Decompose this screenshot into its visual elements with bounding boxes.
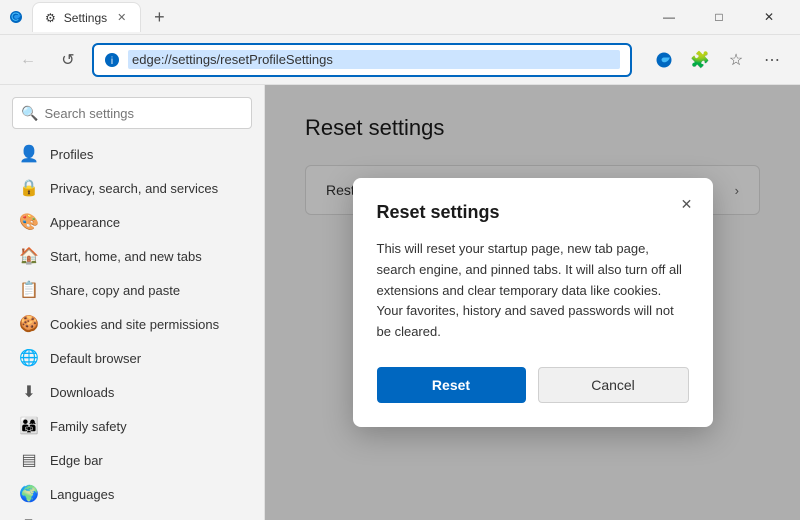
dialog-close-button[interactable]: ✕ <box>673 190 701 218</box>
new-tab-button[interactable]: + <box>145 3 173 31</box>
sidebar-item-label-edgebar: Edge bar <box>50 453 103 468</box>
reset-button[interactable]: Reset <box>377 367 526 403</box>
url-text[interactable]: edge://settings/resetProfileSettings <box>128 50 620 69</box>
browser-icon <box>8 9 24 25</box>
sidebar-item-downloads[interactable]: ⬇ Downloads <box>4 375 260 409</box>
tab-bar: ⚙ Settings ✕ + <box>32 2 638 32</box>
dialog-title: Reset settings <box>377 202 689 223</box>
edge-logo-icon <box>654 50 674 70</box>
appearance-icon: 🎨 <box>20 213 38 231</box>
sidebar-item-privacy[interactable]: 🔒 Privacy, search, and services <box>4 171 260 205</box>
edge-logo-button[interactable] <box>648 44 680 76</box>
default-icon: 🌐 <box>20 349 38 367</box>
family-icon: 👨‍👩‍👧 <box>20 417 38 435</box>
sidebar-item-family[interactable]: 👨‍👩‍👧 Family safety <box>4 409 260 443</box>
start-icon: 🏠 <box>20 247 38 265</box>
cancel-button[interactable]: Cancel <box>538 367 689 403</box>
more-button[interactable]: ⋯ <box>756 44 788 76</box>
favorites-button[interactable]: ☆ <box>720 44 752 76</box>
sidebar-item-label-default: Default browser <box>50 351 141 366</box>
svg-text:i: i <box>111 56 113 67</box>
sidebar-item-label-languages: Languages <box>50 487 114 502</box>
back-button[interactable]: ← <box>12 44 44 76</box>
content-area: Reset settings Restore settings to their… <box>265 85 800 520</box>
privacy-icon: 🔒 <box>20 179 38 197</box>
titlebar: ⚙ Settings ✕ + — □ ✕ <box>0 0 800 35</box>
sidebar-item-label-start: Start, home, and new tabs <box>50 249 202 264</box>
edgebar-icon: ▤ <box>20 451 38 469</box>
refresh-button[interactable]: ↺ <box>52 44 84 76</box>
sidebar-item-label-privacy: Privacy, search, and services <box>50 181 218 196</box>
sidebar-item-label-appearance: Appearance <box>50 215 120 230</box>
languages-icon: 🌍 <box>20 485 38 503</box>
addressbar: ← ↺ i edge://settings/resetProfileSettin… <box>0 35 800 85</box>
sidebar-item-profiles[interactable]: 👤 Profiles <box>4 137 260 171</box>
sidebar-item-appearance[interactable]: 🎨 Appearance <box>4 205 260 239</box>
window-controls: — □ ✕ <box>646 2 792 32</box>
toolbar-icons: 🧩 ☆ ⋯ <box>648 44 788 76</box>
dialog-body: This will reset your startup page, new t… <box>377 239 689 343</box>
sidebar-item-cookies[interactable]: 🍪 Cookies and site permissions <box>4 307 260 341</box>
modal-overlay: ✕ Reset settings This will reset your st… <box>265 85 800 520</box>
sidebar: 🔍 👤 Profiles 🔒 Privacy, search, and service… <box>0 85 265 520</box>
nav-items: 👤 Profiles 🔒 Privacy, search, and services 🎨… <box>0 137 264 520</box>
sidebar-item-default[interactable]: 🌐 Default browser <box>4 341 260 375</box>
sidebar-item-share[interactable]: 📋 Share, copy and paste <box>4 273 260 307</box>
sidebar-item-label-cookies: Cookies and site permissions <box>50 317 219 332</box>
sidebar-item-label-share: Share, copy and paste <box>50 283 180 298</box>
search-input[interactable] <box>44 106 243 121</box>
reset-dialog: ✕ Reset settings This will reset your st… <box>353 178 713 427</box>
sidebar-item-label-downloads: Downloads <box>50 385 114 400</box>
share-icon: 📋 <box>20 281 38 299</box>
extensions-button[interactable]: 🧩 <box>684 44 716 76</box>
tab-close-button[interactable]: ✕ <box>115 9 128 26</box>
search-box[interactable]: 🔍 <box>12 97 252 129</box>
search-icon: 🔍 <box>21 105 38 122</box>
sidebar-item-edgebar[interactable]: ▤ Edge bar <box>4 443 260 477</box>
cookies-icon: 🍪 <box>20 315 38 333</box>
main: 🔍 👤 Profiles 🔒 Privacy, search, and service… <box>0 85 800 520</box>
tab-icon: ⚙ <box>45 11 56 25</box>
sidebar-item-label-family: Family safety <box>50 419 127 434</box>
profiles-icon: 👤 <box>20 145 38 163</box>
downloads-icon: ⬇ <box>20 383 38 401</box>
security-icon: i <box>104 52 120 68</box>
sidebar-item-start[interactable]: 🏠 Start, home, and new tabs <box>4 239 260 273</box>
tab-label: Settings <box>64 11 107 25</box>
sidebar-item-languages[interactable]: 🌍 Languages <box>4 477 260 511</box>
settings-tab[interactable]: ⚙ Settings ✕ <box>32 2 141 32</box>
dialog-actions: Reset Cancel <box>377 367 689 403</box>
sidebar-item-label-profiles: Profiles <box>50 147 93 162</box>
url-bar[interactable]: i edge://settings/resetProfileSettings <box>92 43 632 77</box>
maximize-button[interactable]: □ <box>696 2 742 32</box>
minimize-button[interactable]: — <box>646 2 692 32</box>
sidebar-item-printers[interactable]: 🖨Printers <box>4 511 260 520</box>
close-button[interactable]: ✕ <box>746 2 792 32</box>
